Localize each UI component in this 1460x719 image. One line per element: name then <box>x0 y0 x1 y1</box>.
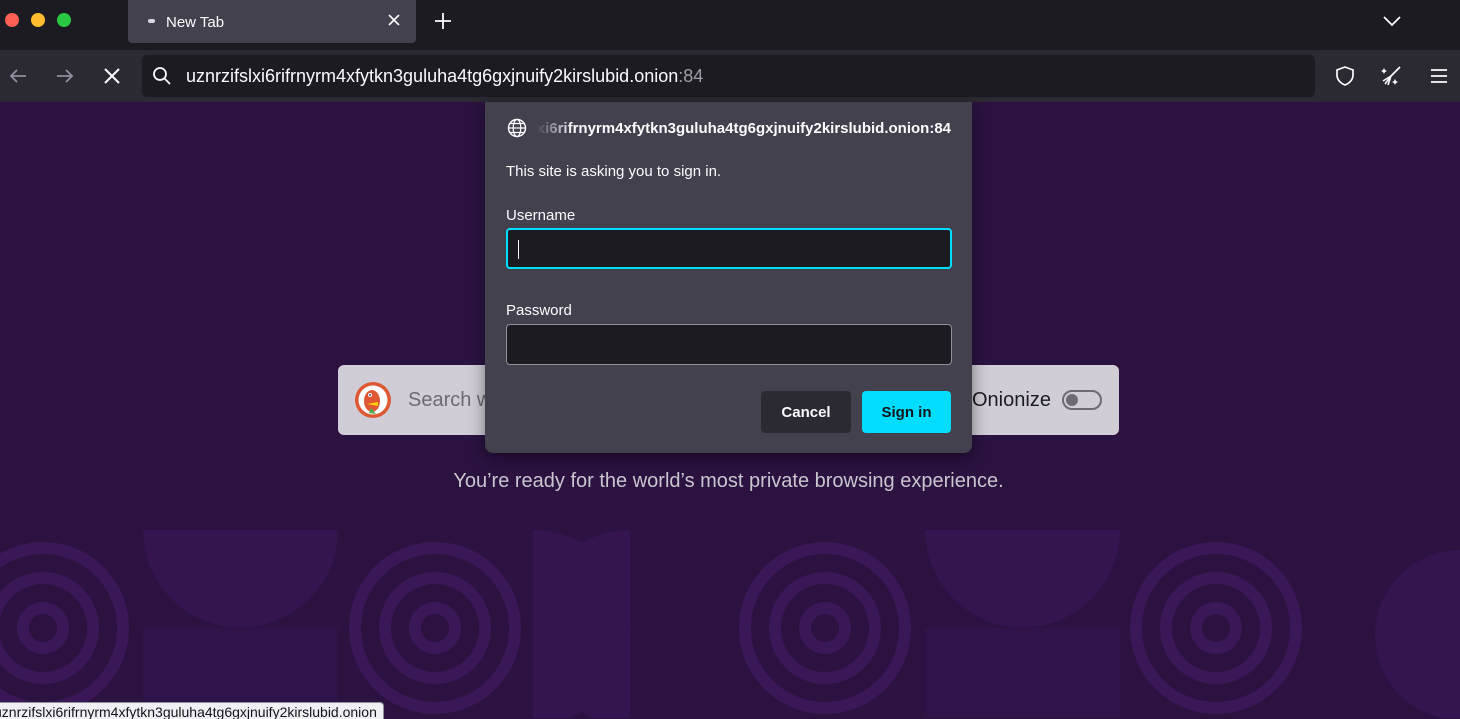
status-panel: uznrzifslxi6rifrnyrm4xfytkn3guluha4tg6gx… <box>0 702 384 719</box>
window-minimize-button[interactable] <box>31 13 45 27</box>
username-label: Username <box>506 207 576 224</box>
cancel-button[interactable]: Cancel <box>761 391 851 433</box>
forward-arrow-icon[interactable] <box>53 64 77 88</box>
url-host: uznrzifslxi6rifrnyrm4xfytkn3guluha4tg6gx… <box>186 66 679 86</box>
sign-in-button[interactable]: Sign in <box>862 391 951 433</box>
chevron-down-icon[interactable] <box>1382 12 1402 30</box>
onionize-toggle-knob <box>1066 394 1078 406</box>
url-text[interactable]: uznrzifslxi6rifrnyrm4xfytkn3guluha4tg6gx… <box>186 66 703 87</box>
close-icon[interactable] <box>386 12 402 28</box>
onionize-toggle[interactable] <box>1062 390 1102 410</box>
password-field[interactable] <box>506 324 952 365</box>
tab-new-tab[interactable]: New Tab <box>128 0 416 43</box>
url-port: :84 <box>678 66 704 86</box>
background-pattern <box>0 530 1460 718</box>
hamburger-menu-icon[interactable] <box>1427 64 1451 88</box>
onionize-label: Onionize <box>972 389 1051 411</box>
back-arrow-icon[interactable] <box>6 64 30 88</box>
stop-icon[interactable] <box>100 64 124 88</box>
globe-icon <box>507 118 527 138</box>
dialog-host: uznrzifslxi6rifrnyrm4xfytkn3guluha4tg6gx… <box>537 120 951 137</box>
page-tagline: You’re ready for the world’s most privat… <box>453 470 1004 492</box>
sign-in-dialog: uznrzifslxi6rifrnyrm4xfytkn3guluha4tg6gx… <box>485 102 972 453</box>
navigation-toolbar: uznrzifslxi6rifrnyrm4xfytkn3guluha4tg6gx… <box>0 50 1460 102</box>
text-caret <box>518 240 519 259</box>
tab-title: New Tab <box>166 14 225 31</box>
status-link-text: uznrzifslxi6rifrnyrm4xfytkn3guluha4tg6gx… <box>0 704 377 719</box>
new-identity-broom-icon[interactable] <box>1380 64 1404 88</box>
tab-loading-icon <box>148 19 155 23</box>
search-icon <box>153 67 171 85</box>
dialog-host-fade <box>537 116 573 142</box>
shield-icon[interactable] <box>1333 64 1357 88</box>
username-field[interactable] <box>506 228 952 269</box>
password-label: Password <box>506 302 572 319</box>
window-close-button[interactable] <box>5 13 19 27</box>
url-bar[interactable]: uznrzifslxi6rifrnyrm4xfytkn3guluha4tg6gx… <box>142 55 1315 97</box>
dialog-message: This site is asking you to sign in. <box>506 163 722 180</box>
search-placeholder[interactable]: Search w <box>408 389 491 412</box>
plus-icon[interactable] <box>433 11 453 31</box>
window-zoom-button[interactable] <box>57 13 71 27</box>
duckduckgo-logo-icon <box>355 382 391 418</box>
tab-strip: New Tab <box>0 0 1460 50</box>
